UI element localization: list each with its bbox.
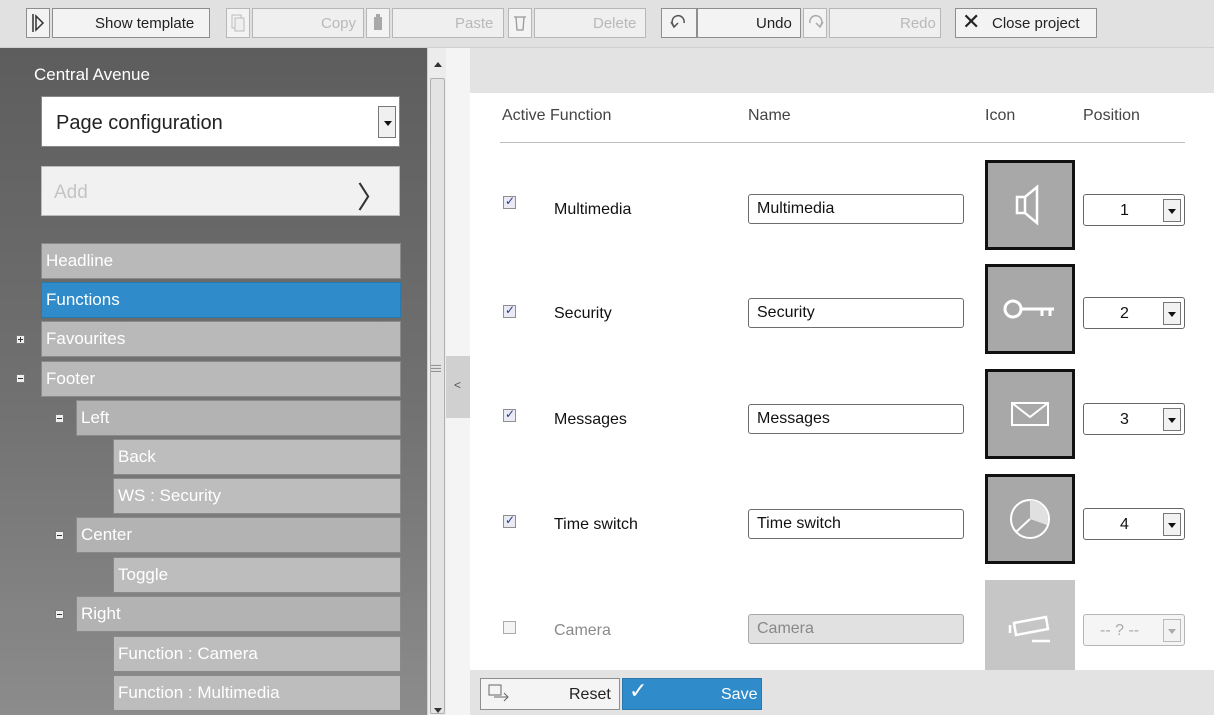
copy-icon-button[interactable] xyxy=(226,8,250,38)
tree-item-center[interactable]: Center xyxy=(76,517,401,553)
delete-icon-button[interactable] xyxy=(508,8,532,38)
expand-favourites-icon[interactable] xyxy=(16,335,25,344)
tree-item-right[interactable]: Right xyxy=(76,596,401,632)
column-header-position: Position xyxy=(1083,107,1140,124)
name-input-security[interactable]: Security xyxy=(748,298,964,328)
undo-button[interactable]: Undo xyxy=(697,8,801,38)
paste-icon-button[interactable] xyxy=(366,8,390,38)
clock-icon xyxy=(1010,499,1050,539)
undo-icon-button[interactable] xyxy=(661,8,697,38)
tree-item-ws-security[interactable]: WS : Security xyxy=(113,478,401,514)
active-checkbox-camera[interactable] xyxy=(503,621,516,634)
tree-item-function-camera[interactable]: Function : Camera xyxy=(113,636,401,672)
tree-item-functions[interactable]: Functions xyxy=(41,282,401,318)
add-button[interactable]: Add 〉 xyxy=(41,166,400,216)
envelope-icon xyxy=(1011,402,1049,426)
column-header-name: Name xyxy=(748,107,791,124)
position-select-security[interactable]: 2 xyxy=(1083,297,1185,329)
icon-picker-messages[interactable] xyxy=(985,369,1075,459)
content-header-bar xyxy=(470,48,1214,93)
function-label: Messages xyxy=(554,411,627,428)
function-label: Time switch xyxy=(554,516,638,533)
redo-button[interactable]: Redo xyxy=(829,8,941,38)
chevron-right-icon: 〉 xyxy=(357,181,387,216)
tree-item-left[interactable]: Left xyxy=(76,400,401,436)
tree-item-toggle[interactable]: Toggle xyxy=(113,557,401,593)
reset-button[interactable]: Reset xyxy=(480,678,620,710)
save-button[interactable]: ✓ Save xyxy=(622,678,762,710)
paste-button[interactable]: Paste xyxy=(392,8,504,38)
icon-picker-time-switch[interactable] xyxy=(985,474,1075,564)
chevron-left-icon: < xyxy=(454,378,462,392)
scroll-down-icon[interactable] xyxy=(434,708,442,713)
undo-icon xyxy=(670,14,685,29)
tree-item-function-multimedia[interactable]: Function : Multimedia xyxy=(113,675,401,711)
copy-icon xyxy=(231,14,245,32)
header-divider xyxy=(500,142,1185,143)
tree-item-back[interactable]: Back xyxy=(113,439,401,475)
collapse-right-icon[interactable] xyxy=(55,610,64,619)
function-label: Camera xyxy=(554,622,611,639)
project-title: Central Avenue xyxy=(34,65,150,84)
checkmark-icon: ✓ xyxy=(629,679,648,704)
position-select-multimedia[interactable]: 1 xyxy=(1083,194,1185,226)
name-input-messages[interactable]: Messages xyxy=(748,404,964,434)
camera-icon xyxy=(1008,615,1050,643)
position-select-time-switch[interactable]: 4 xyxy=(1083,508,1185,540)
icon-picker-multimedia[interactable] xyxy=(985,160,1075,250)
collapse-footer-icon[interactable] xyxy=(16,374,25,383)
icon-picker-security[interactable] xyxy=(985,264,1075,354)
copy-button[interactable]: Copy xyxy=(252,8,364,38)
active-checkbox-messages[interactable] xyxy=(503,407,516,422)
collapse-center-icon[interactable] xyxy=(55,531,64,540)
panel-toggle-icon xyxy=(32,14,45,32)
trash-icon xyxy=(514,16,526,31)
grip-icon: — — — xyxy=(431,360,441,377)
active-checkbox-security[interactable] xyxy=(503,303,516,318)
close-icon: ✕ xyxy=(962,10,981,35)
active-checkbox-time-switch[interactable] xyxy=(503,513,516,528)
key-icon xyxy=(1003,299,1054,319)
name-input-time-switch[interactable]: Time switch xyxy=(748,509,964,539)
tree-item-headline[interactable]: Headline xyxy=(41,243,401,279)
name-input-camera[interactable]: Camera xyxy=(748,614,964,644)
position-select-messages[interactable]: 3 xyxy=(1083,403,1185,435)
column-header-icon: Icon xyxy=(985,107,1016,124)
chevron-down-icon[interactable] xyxy=(378,106,396,138)
collapse-sidebar-button[interactable]: < xyxy=(446,356,470,418)
name-input-multimedia[interactable]: Multimedia xyxy=(748,194,964,224)
icon-picker-camera[interactable] xyxy=(985,580,1075,670)
column-header-active-function: Active Function xyxy=(502,107,612,124)
chevron-down-icon[interactable] xyxy=(1163,408,1181,431)
delete-button[interactable]: Delete xyxy=(534,8,646,38)
close-project-button[interactable]: ✕ Close project xyxy=(955,8,1097,38)
chevron-down-icon[interactable] xyxy=(1163,513,1181,536)
reset-icon xyxy=(488,684,509,702)
scroll-thumb[interactable] xyxy=(430,78,445,714)
function-label: Security xyxy=(554,305,612,322)
chevron-down-icon[interactable] xyxy=(1163,199,1181,222)
function-label: Multimedia xyxy=(554,201,632,218)
position-select-camera[interactable]: -- ? -- xyxy=(1083,614,1185,646)
show-template-button[interactable]: Show template xyxy=(52,8,210,38)
active-checkbox-multimedia[interactable] xyxy=(503,194,516,209)
toggle-panel-button[interactable] xyxy=(26,8,50,38)
tree-item-favourites[interactable]: Favourites xyxy=(41,321,401,357)
chevron-down-icon[interactable] xyxy=(1163,619,1181,642)
toolbar: Show template Copy Paste Delete Undo Red… xyxy=(0,0,1214,48)
sidebar-scrollbar[interactable]: — — — xyxy=(427,48,446,715)
collapse-left-icon[interactable] xyxy=(55,414,64,423)
page-type-dropdown[interactable]: Page configuration xyxy=(41,96,400,147)
redo-icon xyxy=(809,14,824,29)
tree-item-footer[interactable]: Footer xyxy=(41,361,401,397)
scroll-up-icon[interactable] xyxy=(434,62,442,67)
redo-icon-button[interactable] xyxy=(803,8,827,38)
paste-icon xyxy=(374,14,382,30)
chevron-down-icon[interactable] xyxy=(1163,302,1181,325)
speaker-icon xyxy=(1015,184,1039,226)
